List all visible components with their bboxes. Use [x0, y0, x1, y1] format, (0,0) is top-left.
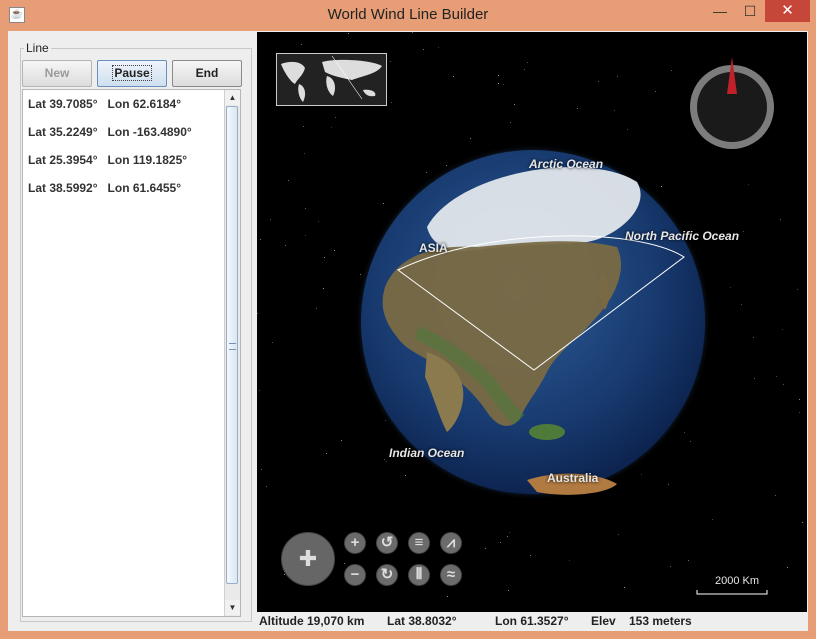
vertical-scrollbar[interactable]: ▲ ▼ [224, 90, 240, 616]
zoom-in-icon[interactable]: + [344, 532, 366, 554]
compass-icon[interactable] [690, 57, 774, 149]
status-latitude: Lat 38.8032° [387, 614, 457, 628]
rotate-right-icon[interactable]: ↻ [376, 564, 398, 586]
close-button[interactable]: ✕ [765, 0, 810, 22]
scale-bar-icon [696, 590, 768, 595]
list-item-lat: Lat 38.5992° [28, 181, 98, 195]
title-bar[interactable]: ☕ World Wind Line Builder — ☐ ✕ [0, 0, 816, 31]
world-map-thumbnail-icon [277, 54, 386, 105]
label-north-pacific-ocean: North Pacific Ocean [625, 229, 740, 243]
scrollbar-thumb[interactable] [226, 106, 238, 584]
list-item-lon: Lon 61.6455° [107, 181, 182, 195]
new-button[interactable]: New [22, 60, 92, 87]
indonesia-landmass [529, 424, 565, 440]
client-area: Line New Pause End Lat 39.7085° Lon 62.6… [8, 31, 808, 631]
globe-viewport[interactable]: Arctic Ocean North Pacific Ocean ASIA In… [257, 32, 807, 612]
vertical-exaggeration-up-icon[interactable]: ⩘ [440, 532, 462, 554]
scroll-up-arrow-icon[interactable]: ▲ [225, 90, 240, 105]
label-australia: Australia [547, 471, 599, 485]
tilt-down-icon[interactable]: ⦀ [408, 564, 430, 586]
elevation-label: Elev [591, 614, 616, 628]
app-window: ☕ World Wind Line Builder — ☐ ✕ Line New… [0, 0, 816, 639]
list-item-lat: Lat 25.3954° [28, 153, 98, 167]
tilt-up-icon[interactable]: ≡ [408, 532, 430, 554]
zoom-out-icon[interactable]: − [344, 564, 366, 586]
globe-canvas [355, 57, 774, 595]
list-item-lat: Lat 35.2249° [28, 125, 98, 139]
list-item-lat: Lat 39.7085° [28, 97, 98, 111]
end-button[interactable]: End [172, 60, 242, 87]
label-indian-ocean: Indian Ocean [389, 446, 465, 460]
altitude-label: Altitude [259, 614, 304, 628]
pause-button-label: Pause [112, 65, 152, 81]
elevation-value: 153 meters [629, 614, 692, 628]
scroll-down-arrow-icon[interactable]: ▼ [225, 600, 240, 615]
list-item[interactable]: Lat 38.5992° Lon 61.6455° [28, 181, 181, 195]
list-item[interactable]: Lat 35.2249° Lon -163.4890° [28, 125, 192, 139]
list-item-lon: Lon 119.1825° [107, 153, 188, 167]
list-item-lon: Lon 62.6184° [107, 97, 182, 111]
vertical-exaggeration-down-icon[interactable]: ≈ [440, 564, 462, 586]
pan-control[interactable]: ✚ [281, 532, 335, 586]
scrollbar-grip-icon [229, 343, 236, 350]
list-item[interactable]: Lat 39.7085° Lon 62.6184° [28, 97, 181, 111]
label-arctic-ocean: Arctic Ocean [529, 157, 604, 171]
maximize-button[interactable]: ☐ [735, 0, 765, 22]
altitude-value: 19,070 km [307, 614, 365, 628]
position-list[interactable]: Lat 39.7085° Lon 62.6184° Lat 35.2249° L… [22, 89, 241, 617]
list-item[interactable]: Lat 25.3954° Lon 119.1825° [28, 153, 187, 167]
rotate-left-icon[interactable]: ↺ [376, 532, 398, 554]
pause-button[interactable]: Pause [97, 60, 167, 87]
line-group-label: Line [24, 41, 51, 55]
status-longitude: Lon 61.3527° [495, 614, 569, 628]
list-item-lon: Lon -163.4890° [107, 125, 192, 139]
window-title: World Wind Line Builder [327, 6, 489, 23]
status-bar: Altitude 19,070 km Lat 38.8032° Lon 61.3… [257, 612, 808, 631]
label-asia: ASIA [419, 241, 448, 255]
world-map-inset[interactable] [276, 53, 387, 106]
minimize-button[interactable]: — [705, 0, 735, 22]
scale-bar-label: 2000 Km [715, 575, 760, 587]
